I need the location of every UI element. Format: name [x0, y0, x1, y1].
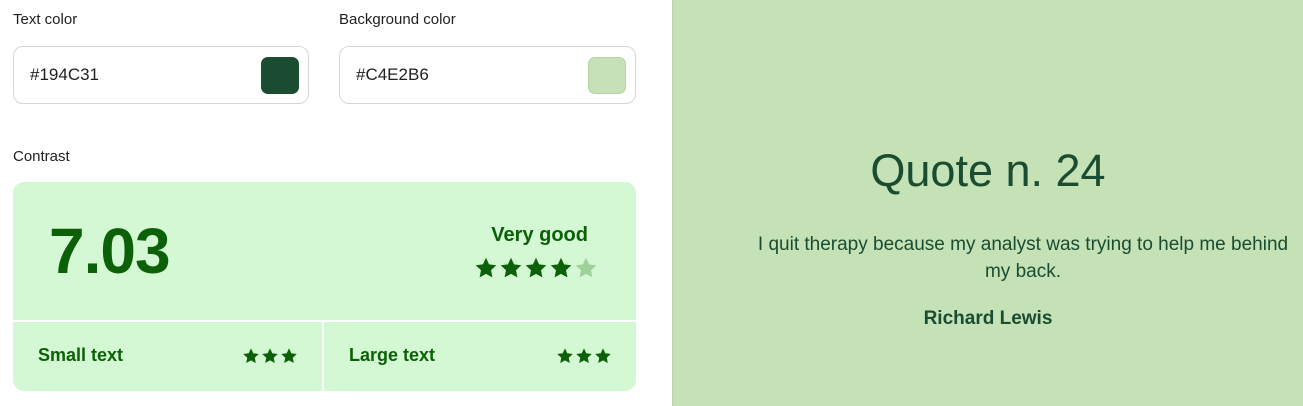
small-text-label: Small text	[38, 345, 124, 365]
contrast-ratio: 7.03	[49, 215, 171, 287]
small-text-stars	[242, 347, 298, 365]
star-icon	[475, 257, 497, 278]
background-color-field[interactable]	[339, 46, 636, 104]
contrast-card: 7.03 Very good Small text Large text	[13, 182, 636, 391]
text-color-swatch[interactable]	[261, 57, 299, 94]
star-icon	[243, 348, 259, 364]
preview-quote: I quit therapy because my analyst was tr…	[757, 234, 1289, 282]
contrast-breakdown: Small text Large text	[13, 322, 636, 391]
text-color-field[interactable]	[13, 46, 309, 104]
small-text-rating: Small text	[13, 322, 322, 391]
preview-author: Richard Lewis	[923, 308, 1053, 329]
star-icon	[262, 348, 278, 364]
text-color-input[interactable]	[30, 61, 250, 89]
large-text-label: Large text	[349, 345, 436, 365]
contrast-rating: Very good	[491, 224, 588, 246]
contrast-label: Contrast	[13, 148, 70, 165]
star-icon	[575, 257, 597, 278]
star-icon	[576, 348, 592, 364]
star-icon	[595, 348, 611, 364]
background-color-swatch[interactable]	[588, 57, 626, 94]
preview-panel: Quote n. 24 I quit therapy because my an…	[672, 0, 1303, 406]
contrast-stars	[474, 256, 598, 280]
star-icon	[500, 257, 522, 278]
preview-title: Quote n. 24	[870, 145, 1106, 196]
text-color-label: Text color	[13, 11, 78, 28]
background-color-label: Background color	[339, 11, 456, 28]
large-text-rating: Large text	[324, 322, 636, 391]
background-color-input[interactable]	[356, 61, 576, 89]
star-icon	[281, 348, 297, 364]
large-text-stars	[556, 347, 612, 365]
star-icon	[557, 348, 573, 364]
contrast-summary: 7.03 Very good	[13, 182, 636, 320]
star-icon	[525, 257, 547, 278]
star-icon	[550, 257, 572, 278]
